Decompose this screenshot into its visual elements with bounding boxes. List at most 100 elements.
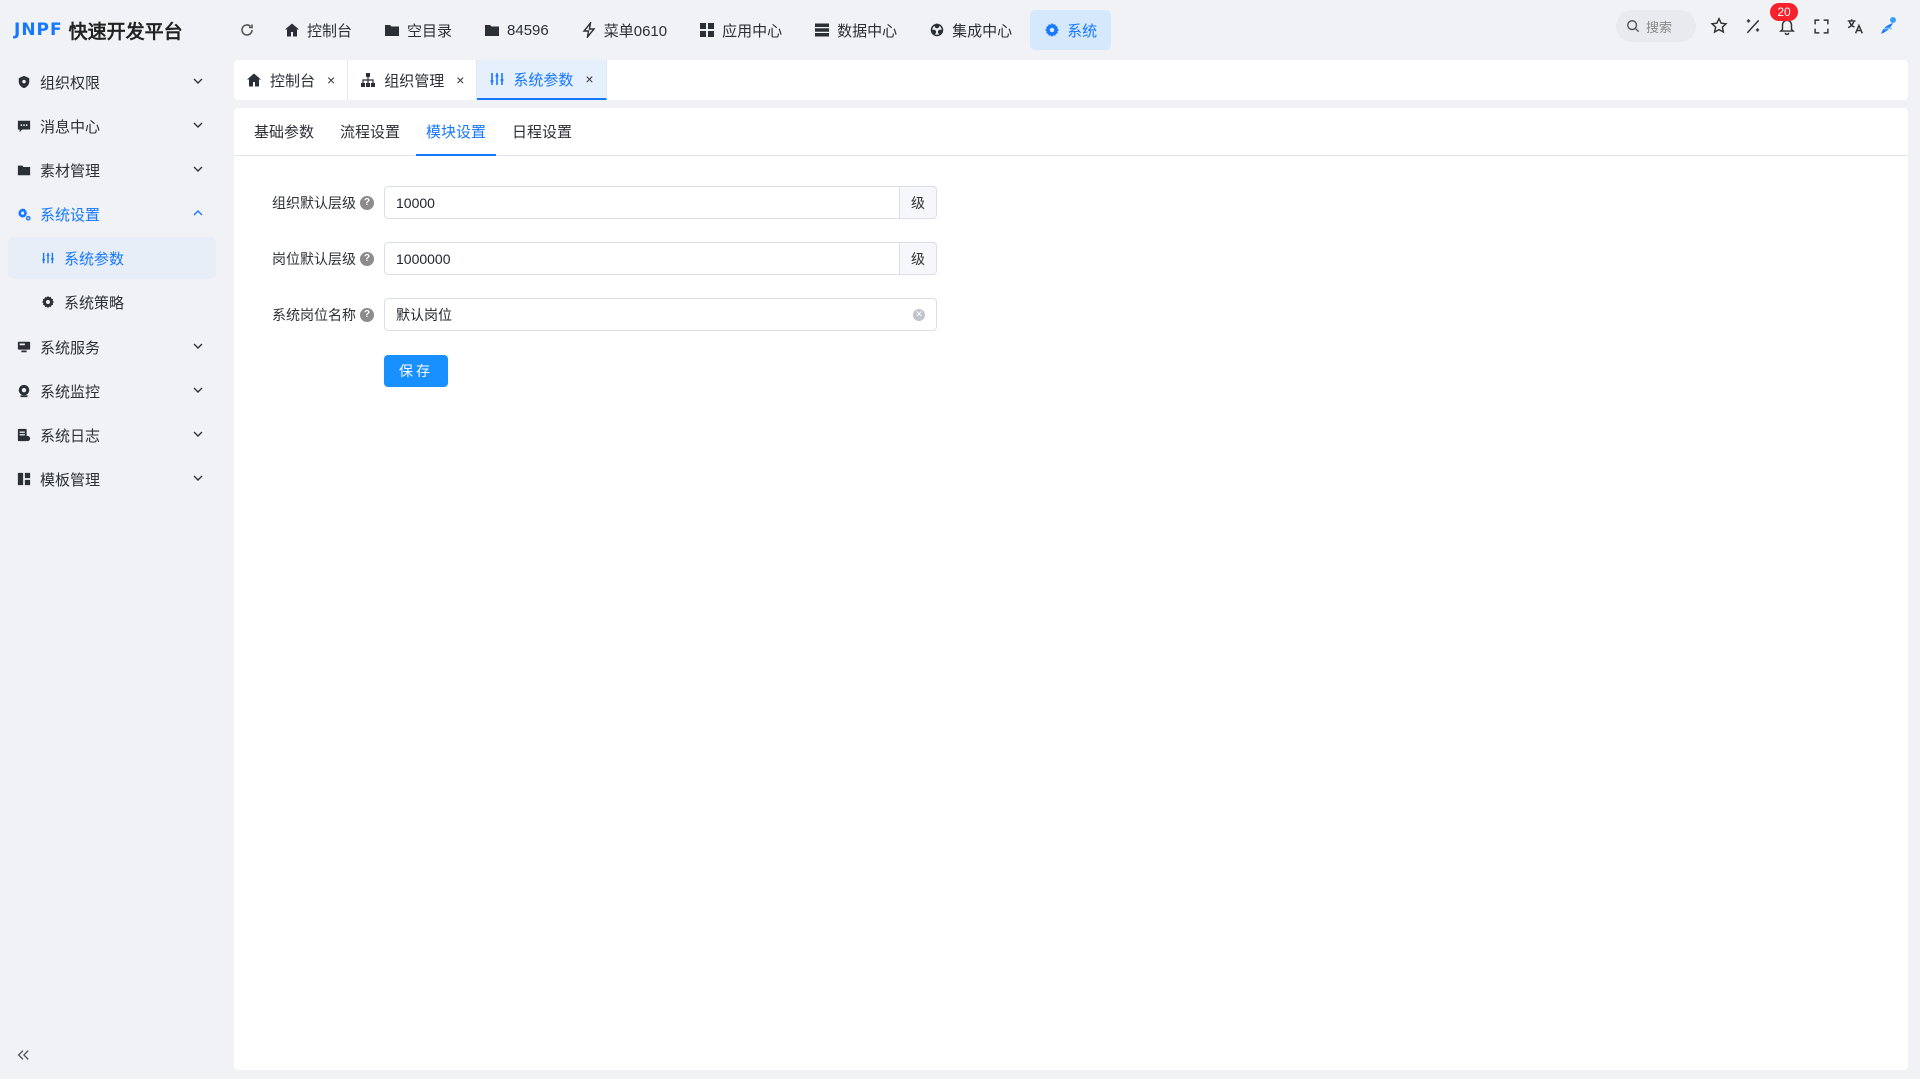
server-icon — [16, 339, 32, 355]
sidebar-item-label: 模板管理 — [40, 471, 101, 489]
top-bar: JNPF 快速开发平台 控制台 空目录 84596 菜单0610 应用中心 数据… — [0, 0, 1920, 60]
topnav-item-empty-dir[interactable]: 空目录 — [370, 10, 466, 50]
sidebar-item-label: 消息中心 — [40, 118, 101, 136]
org-level-input[interactable]: 10000 — [384, 186, 900, 219]
sidebar-item-system-log[interactable]: 系统日志 — [0, 413, 232, 457]
logo[interactable]: JNPF 快速开发平台 — [0, 17, 232, 44]
fullscreen-icon[interactable] — [1810, 15, 1832, 37]
chevron-down-icon — [193, 431, 203, 437]
form-row-post-level: 岗位默认层级 ? 1000000 级 — [234, 242, 937, 275]
translate-icon[interactable] — [1844, 15, 1866, 37]
close-icon[interactable]: × — [456, 72, 464, 88]
sidebar-item-label: 系统服务 — [40, 339, 101, 357]
tab-label: 控制台 — [270, 72, 316, 90]
page-tabs-bar: 控制台 × 组织管理 × 系统参数 × — [234, 60, 1908, 100]
sidebar-item-message-center[interactable]: 消息中心 — [0, 104, 232, 148]
sliders-icon — [40, 250, 56, 266]
chevron-down-icon — [193, 166, 203, 172]
template-icon — [16, 471, 32, 487]
topnav-label: 系统 — [1067, 22, 1098, 40]
search-input[interactable]: 搜索 — [1616, 10, 1696, 42]
search-icon — [1627, 20, 1640, 33]
sidebar-item-label: 组织权限 — [40, 74, 101, 92]
post-level-input[interactable]: 1000000 — [384, 242, 900, 275]
collapse-sidebar-icon[interactable] — [16, 1048, 30, 1067]
tab-system-params[interactable]: 系统参数 × — [477, 60, 607, 100]
sidebar-subitem-system-params[interactable]: 系统参数 — [8, 237, 216, 279]
subtab-flow-settings[interactable]: 流程设置 — [330, 108, 410, 155]
help-icon[interactable]: ? — [360, 195, 374, 210]
topnav-item-system[interactable]: 系统 — [1030, 10, 1112, 50]
post-name-input-group: 默认岗位 ✕ — [384, 298, 937, 331]
tab-label: 组织管理 — [384, 72, 445, 90]
post-name-input[interactable]: 默认岗位 ✕ — [384, 298, 937, 331]
topnav-item-dashboard[interactable]: 控制台 — [270, 10, 366, 50]
chevron-down-icon — [193, 387, 203, 393]
subtab-basic-params[interactable]: 基础参数 — [244, 108, 324, 155]
avatar[interactable] — [1878, 15, 1900, 37]
tab-label: 系统参数 — [513, 71, 574, 89]
topnav-label: 84596 — [507, 21, 549, 39]
post-name-label: 系统岗位名称 — [272, 306, 356, 323]
help-icon[interactable]: ? — [360, 251, 374, 266]
save-button[interactable]: 保存 — [384, 354, 448, 387]
form-label: 组织默认层级 ? — [234, 193, 384, 213]
top-nav: 控制台 空目录 84596 菜单0610 应用中心 数据中心 集成中心 系统 — [270, 10, 1112, 50]
chevron-down-icon — [193, 475, 203, 481]
sidebar-subitem-label: 系统策略 — [64, 294, 125, 312]
form-label: 系统岗位名称 ? — [234, 305, 384, 325]
folder-icon — [16, 162, 32, 178]
monitor-icon — [16, 383, 32, 399]
folder-icon — [385, 25, 400, 36]
post-level-unit: 级 — [900, 242, 937, 275]
tab-dashboard[interactable]: 控制台 × — [234, 60, 349, 100]
magic-wand-icon[interactable] — [1742, 15, 1764, 37]
topnav-label: 菜单0610 — [603, 22, 668, 40]
tab-org-management[interactable]: 组织管理 × — [348, 60, 478, 100]
form-row-actions: 保存 — [234, 354, 937, 387]
sidebar-item-org-permission[interactable]: 组织权限 — [0, 60, 232, 104]
topnav-item-84596[interactable]: 84596 — [470, 10, 563, 50]
sidebar: 组织权限 消息中心 素材管理 系统设置 系统参数 系统策略 系统服务 系统监控 … — [0, 60, 232, 1079]
topnav-item-menu0610[interactable]: 菜单0610 — [567, 10, 681, 50]
database-icon — [815, 23, 830, 37]
chevron-down-icon — [193, 122, 203, 128]
close-icon[interactable]: × — [585, 71, 593, 87]
chevron-down-icon — [193, 78, 203, 84]
log-icon — [16, 427, 32, 443]
sidebar-item-system-service[interactable]: 系统服务 — [0, 325, 232, 369]
shield-icon — [16, 74, 32, 90]
post-name-value: 默认岗位 — [396, 306, 452, 323]
topnav-item-integration-center[interactable]: 集成中心 — [915, 10, 1026, 50]
app-root: JNPF 快速开发平台 控制台 空目录 84596 菜单0610 应用中心 数据… — [0, 0, 1920, 1079]
favorite-star-icon[interactable] — [1708, 15, 1730, 37]
org-level-label: 组织默认层级 — [272, 194, 356, 211]
subtab-schedule-settings[interactable]: 日程设置 — [502, 108, 582, 155]
subtab-module-settings[interactable]: 模块设置 — [416, 108, 497, 156]
apps-icon — [700, 23, 715, 37]
module-settings-form: 组织默认层级 ? 10000 级 岗位默认层级 ? 1000000 级 系统岗位… — [234, 186, 937, 410]
sidebar-item-template[interactable]: 模板管理 — [0, 457, 232, 501]
sidebar-item-system-settings[interactable]: 系统设置 — [0, 192, 232, 236]
notification-bell-icon[interactable]: 20 — [1770, 3, 1798, 37]
form-row-post-name: 系统岗位名称 ? 默认岗位 ✕ — [234, 298, 937, 331]
sidebar-item-material[interactable]: 素材管理 — [0, 148, 232, 192]
sidebar-subitem-system-policy[interactable]: 系统策略 — [8, 281, 216, 323]
topnav-label: 控制台 — [307, 22, 353, 40]
topnav-item-app-center[interactable]: 应用中心 — [685, 10, 796, 50]
topnav-item-data-center[interactable]: 数据中心 — [800, 10, 911, 50]
gear-icon — [1045, 23, 1060, 37]
form-row-org-level: 组织默认层级 ? 10000 级 — [234, 186, 937, 219]
refresh-icon[interactable] — [232, 15, 262, 45]
close-icon[interactable]: × — [327, 72, 335, 88]
post-level-input-group: 1000000 级 — [384, 242, 937, 275]
form-label: 岗位默认层级 ? — [234, 249, 384, 269]
org-level-input-group: 10000 级 — [384, 186, 937, 219]
chevron-up-icon — [193, 210, 203, 216]
chevron-down-icon — [193, 343, 203, 349]
sidebar-item-label: 素材管理 — [40, 162, 101, 180]
sidebar-item-system-monitor[interactable]: 系统监控 — [0, 369, 232, 413]
help-icon[interactable]: ? — [360, 307, 374, 322]
clear-icon[interactable]: ✕ — [913, 308, 925, 321]
gear-icon — [40, 294, 56, 310]
